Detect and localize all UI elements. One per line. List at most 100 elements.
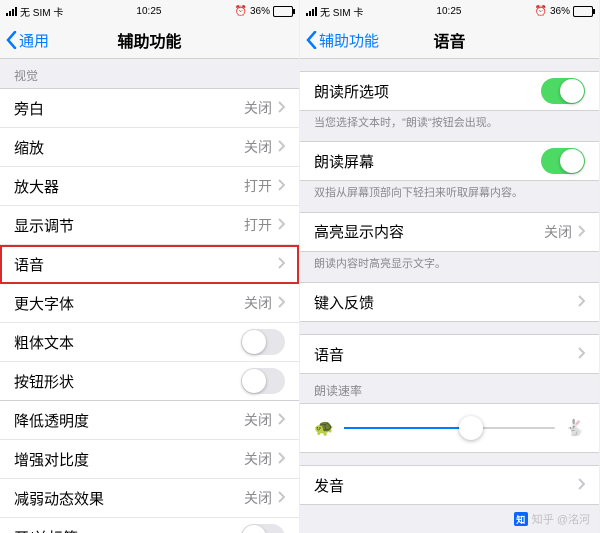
cell-label: 缩放	[14, 137, 44, 158]
highlight-content-row[interactable]: 高亮显示内容 关闭	[300, 213, 599, 251]
battery-icon	[273, 6, 293, 17]
typing-feedback-row[interactable]: 键入反馈	[300, 283, 599, 321]
speak-selection-switch[interactable]	[541, 78, 585, 104]
spacer	[300, 322, 599, 334]
cell-label: 显示调节	[14, 215, 74, 236]
cell-label: 朗读所选项	[314, 81, 389, 102]
back-label: 通用	[19, 30, 49, 51]
chevron-right-icon	[278, 178, 285, 194]
chevron-right-icon	[278, 451, 285, 467]
settings-row[interactable]: 旁白 关闭	[0, 89, 299, 128]
cell-group: 旁白关闭缩放关闭放大器打开显示调节打开语音更大字体关闭粗体文本按钮形状	[0, 88, 299, 401]
footer-text: 当您选择文本时，"朗读"按钮会出现。	[300, 111, 599, 141]
carrier-label: 无 SIM 卡	[20, 4, 63, 19]
slider-track[interactable]	[344, 427, 555, 429]
cell-label: 高亮显示内容	[314, 221, 404, 242]
cell-label: 键入反馈	[314, 292, 374, 313]
spacer	[300, 59, 599, 71]
nav-bar: 通用 辅助功能	[0, 22, 299, 59]
chevron-left-icon	[6, 31, 17, 49]
cell-value: 关闭	[244, 293, 272, 313]
cell-label: 语音	[14, 254, 44, 275]
cell-value: 关闭	[244, 98, 272, 118]
voice-row[interactable]: 语音	[300, 335, 599, 373]
speak-screen-switch[interactable]	[541, 148, 585, 174]
chevron-right-icon	[578, 294, 585, 310]
cell-label: 降低透明度	[14, 410, 89, 431]
settings-row[interactable]: 开/关标签	[0, 518, 299, 533]
chevron-right-icon	[278, 412, 285, 428]
settings-row[interactable]: 放大器 打开	[0, 167, 299, 206]
cell-value: 关闭	[544, 222, 572, 242]
speaking-rate-slider[interactable]: 🐢 🐇	[300, 403, 599, 453]
alarm-icon: ⏰	[535, 6, 547, 17]
status-time: 10:25	[136, 6, 161, 17]
page-title: 语音	[433, 28, 465, 52]
cell-label: 更大字体	[14, 293, 74, 314]
speak-screen-row[interactable]: 朗读屏幕	[300, 142, 599, 180]
cell-value: 打开	[244, 176, 272, 196]
cell-label: 旁白	[14, 98, 44, 119]
settings-row[interactable]: 显示调节 打开	[0, 206, 299, 245]
back-button[interactable]: 辅助功能	[306, 30, 379, 51]
back-button[interactable]: 通用	[6, 30, 49, 51]
spacer	[300, 453, 599, 465]
page-title: 辅助功能	[117, 28, 181, 52]
chevron-right-icon	[278, 295, 285, 311]
carrier-label: 无 SIM 卡	[320, 4, 363, 19]
cell-value: 关闭	[244, 410, 272, 430]
settings-row[interactable]: 更大字体 关闭	[0, 284, 299, 323]
slider-knob[interactable]	[459, 416, 483, 440]
status-time: 10:25	[436, 6, 461, 17]
back-label: 辅助功能	[319, 30, 379, 51]
cell-label: 开/关标签	[14, 527, 78, 533]
cell-value: 关闭	[244, 488, 272, 508]
chevron-right-icon	[278, 217, 285, 233]
settings-row[interactable]: 粗体文本	[0, 323, 299, 362]
toggle-switch[interactable]	[241, 368, 285, 394]
chevron-right-icon	[278, 256, 285, 272]
toggle-switch[interactable]	[241, 329, 285, 355]
status-bar: 无 SIM 卡 10:25 ⏰36%	[0, 0, 299, 22]
battery-icon	[573, 6, 593, 17]
settings-row[interactable]: 减弱动态效果关闭	[0, 479, 299, 518]
cell-value: 关闭	[244, 449, 272, 469]
status-bar: 无 SIM 卡 10:25 ⏰36%	[300, 0, 599, 22]
chevron-right-icon	[278, 100, 285, 116]
nav-bar: 辅助功能 语音	[300, 22, 599, 59]
cell-label: 增强对比度	[14, 449, 89, 470]
rabbit-icon: 🐇	[565, 418, 585, 438]
battery-pct: 36%	[550, 6, 570, 17]
settings-row[interactable]: 按钮形状	[0, 362, 299, 400]
cell-label: 按钮形状	[14, 371, 74, 392]
cell-label: 粗体文本	[14, 332, 74, 353]
signal-icon	[6, 7, 17, 16]
alarm-icon: ⏰	[235, 6, 247, 17]
cell-value: 关闭	[244, 137, 272, 157]
watermark-text: 知乎 @洺河	[532, 511, 590, 527]
settings-row[interactable]: 降低透明度 关闭	[0, 401, 299, 440]
speak-selection-row[interactable]: 朗读所选项	[300, 72, 599, 110]
chevron-right-icon	[578, 346, 585, 362]
watermark: 知 知乎 @洺河	[514, 511, 590, 527]
turtle-icon: 🐢	[314, 418, 334, 438]
cell-group: 降低透明度关闭增强对比度关闭减弱动态效果关闭开/关标签	[0, 401, 299, 533]
battery-pct: 36%	[250, 6, 270, 17]
cell-value: 打开	[244, 215, 272, 235]
section-header-vision: 视觉	[0, 59, 299, 88]
zhihu-logo-icon: 知	[514, 512, 528, 526]
signal-icon	[306, 7, 317, 16]
chevron-right-icon	[278, 490, 285, 506]
chevron-right-icon	[578, 224, 585, 240]
settings-row[interactable]: 缩放 关闭	[0, 128, 299, 167]
cell-label: 放大器	[14, 176, 59, 197]
footer-text: 双指从屏幕顶部向下轻扫来听取屏幕内容。	[300, 181, 599, 211]
cell-label: 语音	[314, 344, 344, 365]
cell-label: 发音	[314, 475, 344, 496]
settings-row[interactable]: 语音	[0, 245, 299, 284]
pronunciation-row[interactable]: 发音	[300, 466, 599, 504]
toggle-switch[interactable]	[241, 524, 285, 533]
chevron-left-icon	[306, 31, 317, 49]
accessibility-screen: 无 SIM 卡 10:25 ⏰36% 通用 辅助功能 视觉 旁白关闭缩放关闭放大…	[0, 0, 300, 533]
settings-row[interactable]: 增强对比度 关闭	[0, 440, 299, 479]
